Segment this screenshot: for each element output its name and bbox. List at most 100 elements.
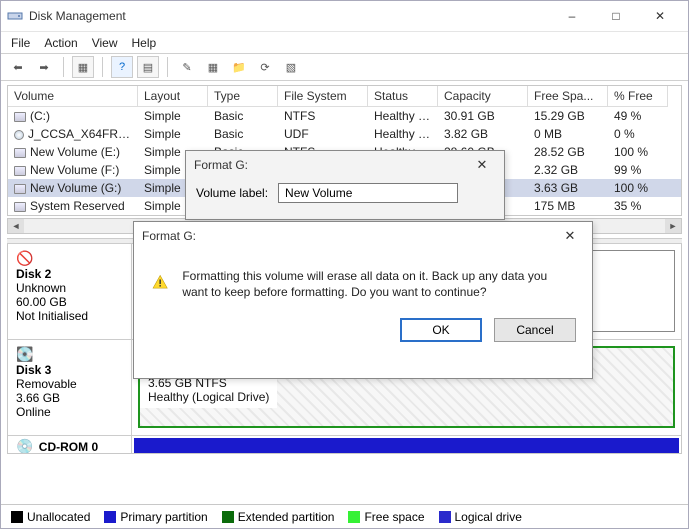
cell-volume: (C:): [30, 109, 50, 123]
cell-free: 15.29 GB: [528, 107, 608, 125]
disc-icon: [14, 130, 24, 140]
format-dialog-title: Format G:: [194, 158, 248, 172]
cell-free: 175 MB: [528, 197, 608, 215]
cell-pct: 49 %: [608, 107, 668, 125]
legend: Unallocated Primary partition Extended p…: [1, 504, 688, 528]
close-button[interactable]: ✕: [638, 1, 682, 31]
cell-volume: New Volume (E:): [30, 145, 120, 159]
toolbar-action2-icon[interactable]: ▦: [202, 56, 224, 78]
ok-button[interactable]: OK: [400, 318, 482, 342]
toolbar-action5-icon[interactable]: ▧: [280, 56, 302, 78]
cell-pct: 100 %: [608, 143, 668, 161]
cdrom-name: CD-ROM 0: [39, 440, 98, 454]
menu-action[interactable]: Action: [44, 36, 77, 50]
toolbar-divider: [102, 57, 103, 77]
titlebar: Disk Management – □ ✕: [1, 1, 688, 31]
disk2-line2: 60.00 GB: [16, 295, 123, 309]
format-confirm-dialog: Format G: ✕ Formatting this volume will …: [133, 221, 593, 379]
cell-free: 0 MB: [528, 125, 608, 143]
cell-free: 28.52 GB: [528, 143, 608, 161]
disk2-name: Disk 2: [16, 267, 123, 281]
col-free[interactable]: Free Spa...: [528, 86, 608, 107]
swatch-extended: [222, 511, 234, 523]
back-button[interactable]: ⬅: [7, 56, 29, 78]
scroll-right-icon[interactable]: ►: [665, 219, 681, 233]
volume-label-text: Volume label:: [196, 186, 268, 200]
cell-volume: New Volume (G:): [30, 181, 121, 195]
toolbar-refresh-icon[interactable]: ⟳: [254, 56, 276, 78]
cell-pct: 99 %: [608, 161, 668, 179]
cell-capacity: 30.91 GB: [438, 107, 528, 125]
format-dialog: Format G: ✕ Volume label:: [185, 150, 505, 220]
volume-label-input[interactable]: [278, 183, 458, 203]
cell-volume: New Volume (F:): [30, 163, 119, 177]
cell-free: 3.63 GB: [528, 179, 608, 197]
disk2-line3: Not Initialised: [16, 309, 123, 323]
swatch-free: [348, 511, 360, 523]
toolbar-details-icon[interactable]: ▤: [137, 56, 159, 78]
partition-status: Healthy (Logical Drive): [148, 390, 269, 404]
swatch-logical: [439, 511, 451, 523]
disk3-name: Disk 3: [16, 363, 123, 377]
volume-icon: [14, 148, 26, 158]
cell-capacity: 3.82 GB: [438, 125, 528, 143]
cell-status: Healthy (B...: [368, 107, 438, 125]
disk3-line2: 3.66 GB: [16, 391, 123, 405]
legend-primary: Primary partition: [120, 510, 207, 524]
maximize-button[interactable]: □: [594, 1, 638, 31]
toolbar-divider: [63, 57, 64, 77]
legend-extended: Extended partition: [238, 510, 335, 524]
minimize-button[interactable]: –: [550, 1, 594, 31]
scroll-left-icon[interactable]: ◄: [8, 219, 24, 233]
col-status[interactable]: Status: [368, 86, 438, 107]
toolbar-view-icon[interactable]: ▦: [72, 56, 94, 78]
cancel-button[interactable]: Cancel: [494, 318, 576, 342]
col-type[interactable]: Type: [208, 86, 278, 107]
toolbar-action1-icon[interactable]: ✎: [176, 56, 198, 78]
volume-row[interactable]: J_CCSA_X64FRE_E...SimpleBasicUDFHealthy …: [8, 125, 681, 143]
disk2-info: 🚫 Disk 2 Unknown 60.00 GB Not Initialise…: [8, 244, 132, 339]
cell-pct: 0 %: [608, 125, 668, 143]
confirm-dialog-close-icon[interactable]: ✕: [556, 228, 584, 244]
cell-status: Healthy (P...: [368, 125, 438, 143]
help-icon[interactable]: ?: [111, 56, 133, 78]
col-fs[interactable]: File System: [278, 86, 368, 107]
disk-error-icon: 🚫: [16, 250, 33, 266]
volume-icon: [14, 202, 26, 212]
legend-unallocated: Unallocated: [27, 510, 90, 524]
app-icon: [7, 8, 23, 24]
col-capacity[interactable]: Capacity: [438, 86, 528, 107]
disk3-line1: Removable: [16, 377, 123, 391]
volume-row[interactable]: (C:)SimpleBasicNTFSHealthy (B...30.91 GB…: [8, 107, 681, 125]
col-pct[interactable]: % Free: [608, 86, 668, 107]
disk-management-window: Disk Management – □ ✕ File Action View H…: [0, 0, 689, 529]
cell-pct: 100 %: [608, 179, 668, 197]
legend-logical: Logical drive: [455, 510, 522, 524]
toolbar-action3-icon[interactable]: 📁: [228, 56, 250, 78]
cell-type: Basic: [208, 125, 278, 143]
cell-volume: System Reserved: [30, 199, 125, 213]
format-dialog-close-icon[interactable]: ✕: [468, 157, 496, 173]
toolbar: ⬅ ➡ ▦ ? ▤ ✎ ▦ 📁 ⟳ ▧: [1, 53, 688, 81]
swatch-primary: [104, 511, 116, 523]
disk2-line1: Unknown: [16, 281, 123, 295]
menu-view[interactable]: View: [92, 36, 118, 50]
volume-icon: [14, 112, 26, 122]
disk-row-cdrom[interactable]: 💿 CD-ROM 0: [8, 436, 681, 454]
confirm-dialog-title: Format G:: [142, 229, 196, 243]
disk3-line3: Online: [16, 405, 123, 419]
forward-button[interactable]: ➡: [33, 56, 55, 78]
toolbar-divider: [167, 57, 168, 77]
cdrom-icon: 💿: [16, 438, 33, 454]
menu-help[interactable]: Help: [132, 36, 157, 50]
cell-fs: NTFS: [278, 107, 368, 125]
swatch-unallocated: [11, 511, 23, 523]
cdrom-bar: [134, 438, 679, 454]
volume-icon: [14, 166, 26, 176]
col-layout[interactable]: Layout: [138, 86, 208, 107]
menu-file[interactable]: File: [11, 36, 30, 50]
confirm-message: Formatting this volume will erase all da…: [182, 268, 574, 300]
col-volume[interactable]: Volume: [8, 86, 138, 107]
cell-layout: Simple: [138, 125, 208, 143]
cell-volume: J_CCSA_X64FRE_E...: [28, 127, 138, 141]
